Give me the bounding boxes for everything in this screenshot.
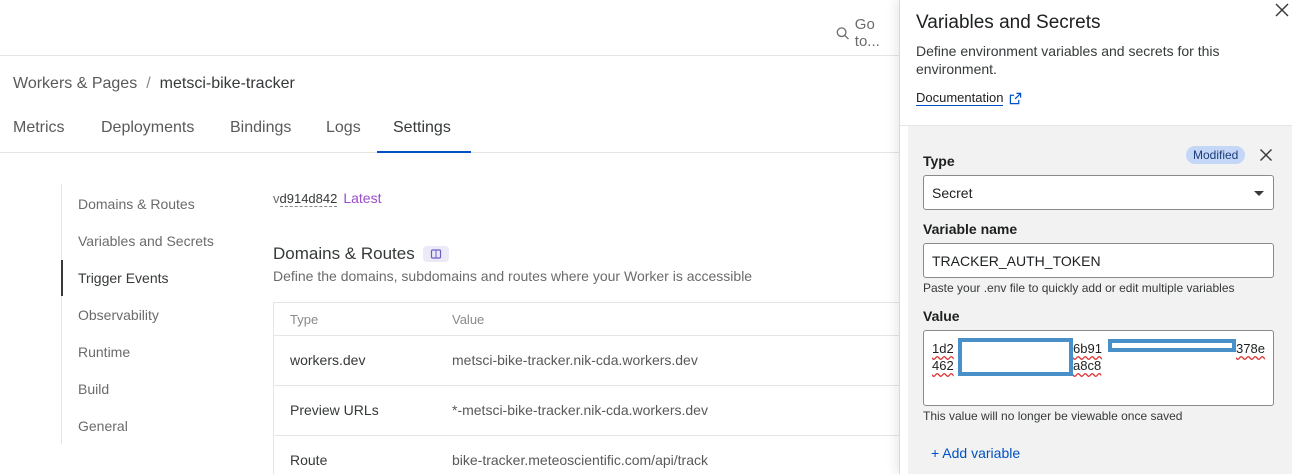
value-hint: This value will no longer be viewable on… [923,409,1183,423]
type-label: Type [923,153,955,169]
variable-name-input[interactable] [923,243,1274,278]
documentation-label: Documentation [916,90,1004,106]
value-fragment: 6b91 [1073,341,1102,356]
redaction-box [1108,339,1236,352]
value-fragment: 378e [1236,341,1265,356]
nav-item-domains-routes[interactable]: Domains & Routes [78,196,195,212]
panel-description: Define environment variables and secrets… [916,43,1220,77]
value-label: Value [923,308,960,324]
variable-name-label: Variable name [923,221,1018,237]
top-bar: Go to... [0,0,900,56]
value-textarea[interactable]: 1d2 6b91 378e 462 a8c8 [923,330,1274,406]
settings-nav: Domains & Routes Variables and Secrets T… [61,184,241,444]
row-type: Preview URLs [290,402,379,418]
external-link-icon [1010,92,1022,104]
goto-search[interactable]: Go to... [836,16,900,50]
search-icon [836,26,849,40]
row-value: *-metsci-bike-tracker.nik-cda.workers.de… [452,402,708,418]
remove-variable-icon[interactable] [1259,148,1273,162]
table-row: Preview URLs *-metsci-bike-tracker.nik-c… [274,386,912,436]
row-type: Route [290,452,328,468]
redaction-box [958,338,1073,376]
type-select-value: Secret [932,185,973,201]
type-select[interactable]: Secret [923,175,1274,210]
row-value: bike-tracker.meteoscientific.com/api/tra… [452,452,708,468]
nav-item-variables-secrets[interactable]: Variables and Secrets [78,233,214,249]
variables-secrets-panel: Variables and Secrets Define environment… [899,0,1292,474]
modified-badge: Modified [1186,146,1246,164]
book-icon [430,249,441,259]
nav-item-runtime[interactable]: Runtime [78,344,130,360]
tab-settings[interactable]: Settings [393,119,451,151]
header-type: Type [290,312,319,327]
tab-metrics[interactable]: Metrics [13,119,65,151]
tab-bar: Metrics Deployments Bindings Logs Settin… [0,108,900,153]
breadcrumb-root[interactable]: Workers & Pages [13,75,137,93]
latest-badge: Latest [343,190,382,206]
panel-title: Variables and Secrets [916,12,1101,33]
close-icon[interactable] [1274,2,1290,18]
header-value: Value [452,312,485,327]
nav-item-observability[interactable]: Observability [78,307,159,323]
routes-table: Type Value workers.dev metsci-bike-track… [273,302,913,474]
section-title: Domains & Routes [273,244,449,264]
nav-item-general[interactable]: General [78,418,128,434]
version-prefix: v [273,191,280,206]
version-info: vd914d842 Latest [273,190,382,207]
nav-active-indicator [61,260,63,296]
value-fragment: a8c8 [1073,358,1102,373]
row-value: metsci-bike-tracker.nik-cda.workers.dev [452,352,698,368]
tab-deployments[interactable]: Deployments [101,119,194,151]
row-type: workers.dev [290,352,366,368]
value-fragment: 462 [932,358,954,373]
section-description: Define the domains, subdomains and route… [273,268,753,284]
table-row: Route bike-tracker.meteoscientific.com/a… [274,436,912,474]
nav-item-trigger-events[interactable]: Trigger Events [78,270,169,286]
active-tab-indicator [377,151,471,153]
docs-badge[interactable] [422,246,449,262]
breadcrumb: Workers & Pages / metsci-bike-tracker [13,75,295,93]
breadcrumb-separator: / [146,75,151,92]
breadcrumb-current: metsci-bike-tracker [159,75,295,92]
version-hash[interactable]: d914d842 [279,191,338,207]
documentation-link[interactable]: Documentation [916,90,1022,106]
value-fragment: 1d2 [932,341,954,356]
chevron-down-icon [1254,191,1264,196]
goto-label: Go to... [854,16,880,50]
table-header: Type Value [274,303,912,336]
tab-logs[interactable]: Logs [326,119,361,151]
add-variable-button[interactable]: + Add variable [931,445,1020,461]
env-paste-hint: Paste your .env file to quickly add or e… [923,281,1235,295]
nav-item-build[interactable]: Build [78,381,109,397]
variable-card: Type Modified Secret Variable name Paste… [908,126,1292,474]
table-row: workers.dev metsci-bike-tracker.nik-cda.… [274,336,912,386]
page: Go to... Workers & Pages / metsci-bike-t… [0,0,1292,474]
section-title-text: Domains & Routes [273,244,415,263]
tab-bindings[interactable]: Bindings [230,119,291,151]
